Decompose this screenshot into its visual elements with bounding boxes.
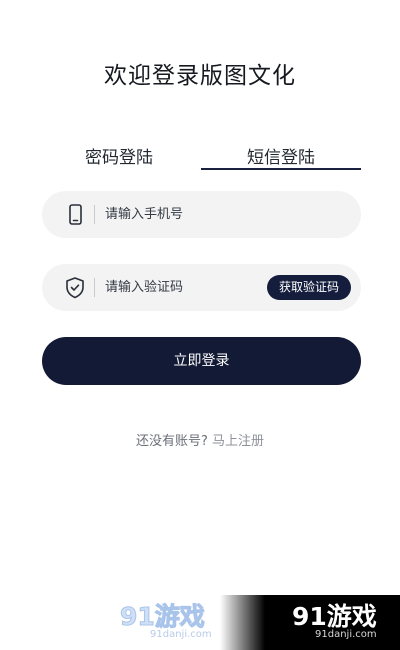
- register-link[interactable]: 马上注册: [212, 434, 264, 449]
- tab-sms-login[interactable]: 短信登陆: [201, 143, 361, 169]
- watermark-site-dark: 91danji.com: [315, 629, 377, 640]
- active-tab-indicator: [201, 168, 361, 170]
- register-row: 还没有账号? 马上注册: [0, 430, 400, 449]
- register-prompt: 还没有账号?: [136, 434, 208, 449]
- field-divider: [94, 205, 95, 224]
- phone-input[interactable]: [105, 191, 255, 238]
- login-page: 欢迎登录版图文化 密码登陆 短信登陆 获取验证码 立即登录 还没有账号? 马上注册: [0, 0, 400, 650]
- watermark-site-light: 91danji.com: [150, 629, 212, 640]
- watermark-brand-light: 91游戏: [120, 602, 206, 632]
- watermark-logo-dark: 91游戏 91danji.com: [220, 595, 400, 650]
- shield-check-icon: [64, 276, 86, 300]
- mobile-phone-icon: [64, 203, 86, 227]
- login-button[interactable]: 立即登录: [42, 337, 361, 385]
- tab-password-login[interactable]: 密码登陆: [85, 143, 153, 168]
- get-code-button[interactable]: 获取验证码: [266, 275, 351, 300]
- verification-code-input[interactable]: [105, 264, 255, 311]
- field-divider: [94, 278, 95, 297]
- verification-code-field: 获取验证码: [42, 264, 361, 311]
- login-tabs: 密码登陆 短信登陆: [41, 143, 361, 171]
- watermark-brand-dark: 91游戏: [292, 602, 377, 631]
- watermark-logo-light: 91游戏 91danji.com: [110, 595, 220, 650]
- page-title: 欢迎登录版图文化: [104, 63, 296, 89]
- phone-field: [42, 191, 361, 238]
